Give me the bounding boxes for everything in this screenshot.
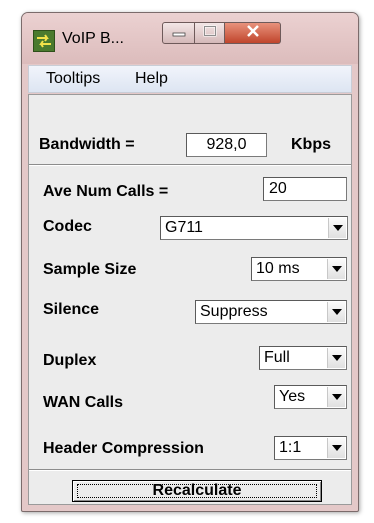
header-compression-value: 1:1 — [279, 439, 302, 456]
chevron-down-icon — [327, 387, 345, 407]
menu-tooltips[interactable]: Tooltips — [46, 70, 100, 88]
chevron-down-icon — [327, 302, 345, 322]
minimize-button[interactable] — [162, 22, 195, 44]
silence-value: Suppress — [200, 303, 268, 320]
ave-num-calls-label: Ave Num Calls = — [43, 183, 169, 200]
chevron-down-icon — [327, 259, 345, 279]
wan-calls-label: WAN Calls — [43, 394, 124, 411]
close-icon — [246, 24, 260, 42]
bandwidth-unit: Kbps — [291, 136, 331, 153]
maximize-button[interactable] — [195, 22, 225, 44]
chevron-down-icon — [328, 218, 346, 238]
app-window: VoIP B... Tooltips Help Bandwidth = 928,… — [21, 12, 359, 512]
bandwidth-value-field: 928,0 — [186, 133, 267, 157]
wan-calls-select[interactable]: Yes — [274, 385, 347, 409]
duplex-select[interactable]: Full — [259, 346, 347, 370]
divider — [29, 164, 351, 166]
recalculate-label: Recalculate — [152, 482, 242, 499]
codec-value: G711 — [165, 219, 203, 236]
recalculate-button[interactable]: Recalculate — [72, 480, 322, 502]
wan-calls-value: Yes — [279, 388, 306, 405]
divider — [29, 469, 351, 471]
chevron-down-icon — [327, 348, 345, 368]
codec-select[interactable]: G711 — [160, 216, 348, 240]
sample-size-value: 10 ms — [256, 260, 300, 277]
app-icon — [33, 30, 55, 52]
menu-bar: Tooltips Help — [28, 65, 352, 93]
calculator-panel: Bandwidth = 928,0 Kbps Ave Num Calls = 2… — [28, 94, 352, 505]
maximize-icon — [203, 24, 217, 42]
ave-num-calls-input[interactable]: 20 — [263, 177, 347, 201]
silence-label: Silence — [43, 301, 100, 318]
sample-size-select[interactable]: 10 ms — [251, 257, 347, 281]
bandwidth-label: Bandwidth = — [39, 136, 135, 153]
close-button[interactable] — [225, 22, 281, 44]
menu-help[interactable]: Help — [135, 70, 168, 88]
codec-label: Codec — [43, 218, 92, 235]
duplex-label: Duplex — [43, 352, 97, 369]
minimize-icon — [172, 24, 186, 42]
header-compression-select[interactable]: 1:1 — [274, 436, 347, 460]
window-title: VoIP B... — [62, 30, 124, 47]
sample-size-label: Sample Size — [43, 261, 137, 278]
silence-select[interactable]: Suppress — [195, 300, 347, 324]
chevron-down-icon — [327, 438, 345, 458]
title-bar[interactable]: VoIP B... — [22, 13, 358, 64]
duplex-value: Full — [264, 349, 290, 366]
header-compression-label: Header Compression — [43, 440, 204, 457]
